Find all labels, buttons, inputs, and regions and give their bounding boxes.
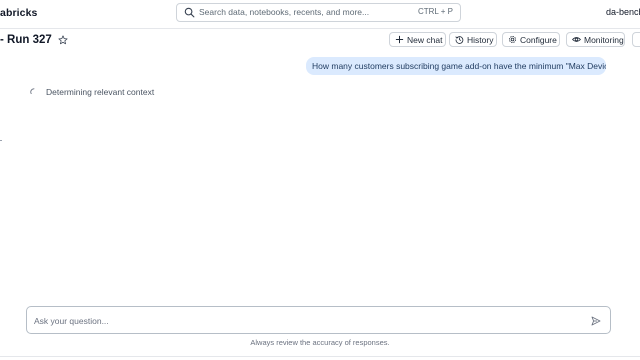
spinner-icon bbox=[30, 88, 35, 95]
assistant-status: Determining relevant context bbox=[30, 86, 154, 98]
send-icon[interactable] bbox=[591, 316, 601, 326]
eye-icon bbox=[572, 37, 581, 42]
disclaimer-text: Always review the accuracy of responses. bbox=[250, 338, 390, 347]
question-placeholder: Ask your question... bbox=[34, 316, 109, 326]
new-chat-button[interactable]: New chat bbox=[389, 32, 446, 47]
question-input[interactable]: Ask your question... bbox=[26, 306, 611, 334]
status-text: Determining relevant context bbox=[46, 87, 155, 97]
history-label: History bbox=[467, 34, 494, 45]
search-placeholder: Search data, notebooks, recents, and mor… bbox=[199, 7, 370, 17]
workspace-name[interactable]: da-bench bbox=[606, 7, 640, 17]
user-message-bubble: How many customers subscribing game add-… bbox=[306, 57, 606, 75]
more-button[interactable] bbox=[632, 32, 640, 47]
configure-button[interactable]: Configure bbox=[502, 32, 560, 47]
monitoring-button[interactable]: Monitoring bbox=[566, 32, 625, 47]
configure-label: Configure bbox=[520, 34, 557, 45]
monitoring-label: Monitoring bbox=[584, 34, 624, 45]
brand-logo-text[interactable]: abricks bbox=[0, 7, 37, 19]
user-message-text: How many customers subscribing game add-… bbox=[312, 61, 606, 71]
page-title: - Run 327 bbox=[0, 34, 52, 46]
history-icon bbox=[455, 36, 464, 44]
history-button[interactable]: History bbox=[449, 32, 497, 47]
global-search[interactable]: Search data, notebooks, recents, and mor… bbox=[176, 3, 461, 22]
left-edge-marker bbox=[0, 140, 2, 141]
top-bar: abricks Search data, notebooks, recents,… bbox=[0, 0, 640, 29]
gear-icon bbox=[509, 36, 516, 43]
new-chat-label: New chat bbox=[407, 34, 443, 45]
star-icon[interactable] bbox=[58, 35, 68, 45]
search-icon bbox=[184, 7, 195, 18]
plus-icon bbox=[395, 35, 404, 44]
bottom-divider bbox=[0, 356, 640, 357]
search-shortcut: CTRL + P bbox=[417, 7, 453, 16]
